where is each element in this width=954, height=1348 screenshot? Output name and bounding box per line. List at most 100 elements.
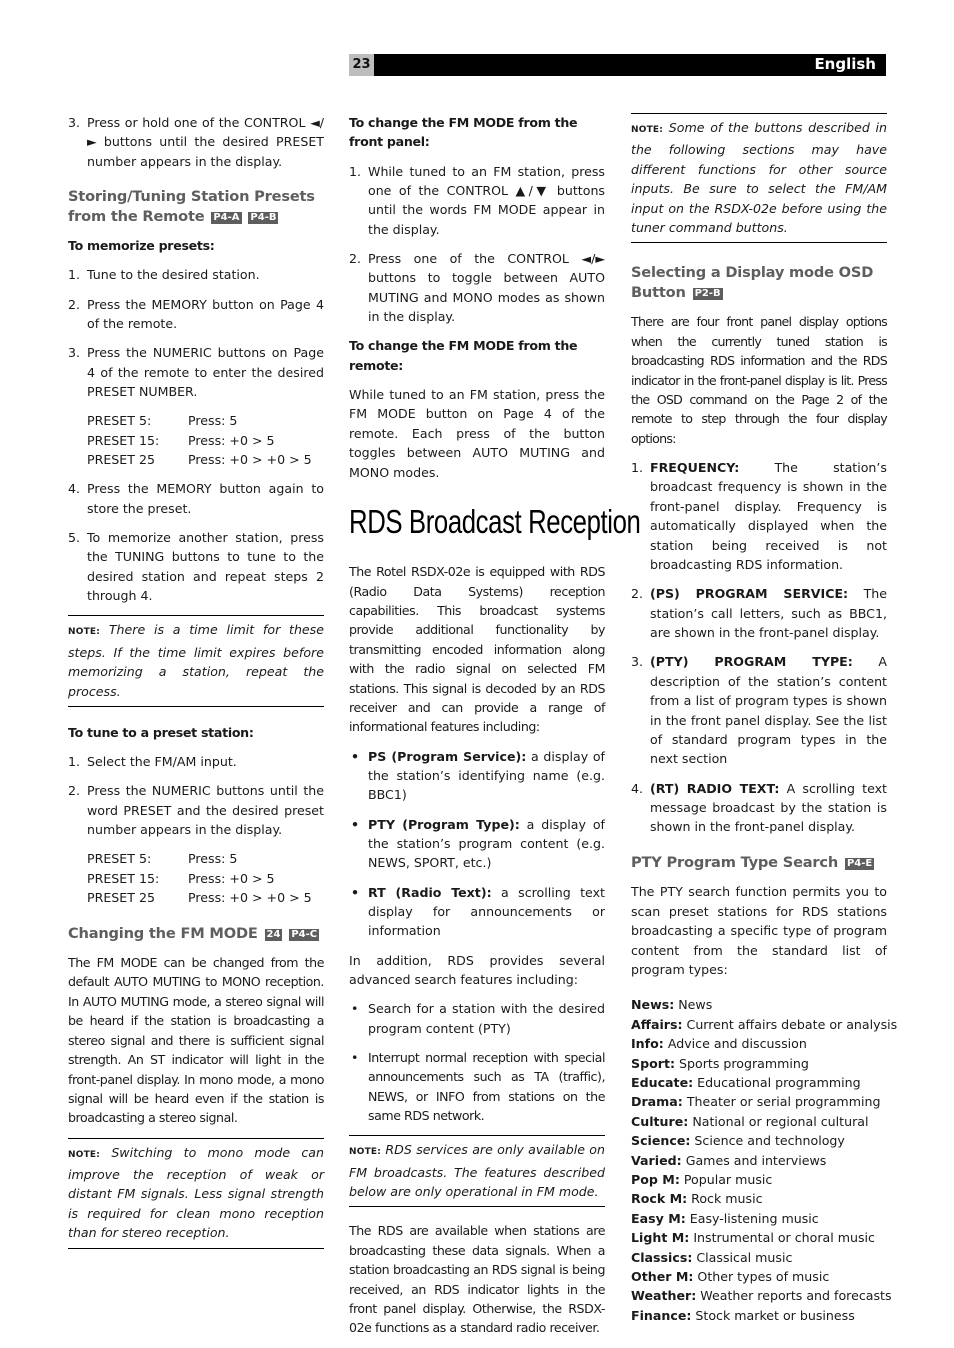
program-type-desc: Science and technology [694,1133,845,1149]
list-item: 1. Tune to the desired station. [68,265,324,284]
search-feature-item: • Search for a station with the desired … [349,999,605,1038]
remote-page-tag: P4-A [211,211,242,224]
program-type-item: Easy M: Easy-listening music [631,1209,887,1228]
note-box: NOTE: Switching to mono mode can improve… [68,1137,324,1249]
program-type-desc: Classical music [696,1249,793,1265]
program-type-item: Educate: Educational programming [631,1073,887,1092]
program-type-desc: Advice and discussion [667,1036,807,1052]
feature-text: RT (Radio Text): a scrolling text displa… [368,883,605,941]
program-type-name: Culture: [631,1113,689,1129]
rds-availability-paragraph: The RDS are available when stations are … [349,1223,605,1336]
language-label: English [814,55,876,73]
bullet: • [351,884,360,900]
feature-term: RT (Radio Text): [368,884,492,900]
program-type-name: Pop M: [631,1171,680,1187]
list-number: 3. [631,654,644,670]
list-text: While tuned to an FM station, press one … [368,163,605,237]
list-number: 2. [349,251,362,267]
program-type-name: Varied: [631,1152,682,1168]
section-heading-fm-mode: Changing the FM MODE 24 P4-C [68,924,324,944]
list-number: 4. [631,780,644,796]
section-heading-display-mode: Selecting a Display mode OSD Button P2-B [631,263,887,302]
list-term: (PS) PROGRAM SERVICE: [650,586,849,602]
subheading-front-panel: To change the FM MODE from the front pan… [349,115,578,150]
heading-text: Selecting a Display mode OSD Button [631,264,874,301]
note-label: NOTE: [631,125,664,135]
preset-row: PRESET 15: Press: +0 > 5 [87,869,324,888]
list-term: (RT) RADIO TEXT: [650,780,780,796]
preset-label: PRESET 25 [87,890,155,906]
program-type-desc: Current affairs debate or analysis [686,1016,898,1032]
program-type-name: Sport: [631,1055,676,1071]
program-type-desc: News [678,997,713,1013]
list-number: 1. [349,163,362,179]
list-number: 3. [68,345,81,361]
program-type-item: Varied: Games and interviews [631,1151,887,1170]
program-type-desc: Other types of music [697,1269,830,1284]
list-item: 3. Press or hold one of the CONTROL ◄/► … [68,113,324,171]
feature-item: • RT (Radio Text): a scrolling text disp… [349,883,605,941]
list-item: 4. Press the MEMORY button again to stor… [68,479,324,518]
remote-paragraph: While tuned to an FM station, press the … [349,387,605,480]
section-heading-storing-presets: Storing/Tuning Station Presets from the … [68,187,324,226]
bullet: • [351,1049,359,1065]
list-item: 1. While tuned to an FM station, press o… [349,162,605,240]
program-type-item: News: News [631,995,887,1014]
search-feature-text: Search for a station with the desired pr… [368,1001,605,1036]
feature-text: PTY (Program Type): a display of the sta… [368,815,605,873]
preset-keys: Press: +0 > +0 > 5 [188,890,312,906]
note-text: Some of the buttons described in the fol… [631,120,887,236]
list-number: 2. [631,586,644,602]
list-item: 3. Press the NUMERIC buttons on Page 4 o… [68,343,324,401]
note-label: NOTE: [349,1147,382,1158]
note-text: Switching to mono mode can improve the r… [68,1144,324,1241]
preset-row: PRESET 25 Press: +0 > +0 > 5 [87,888,324,907]
note-box: NOTE: There is a time limit for these st… [68,615,324,707]
feature-item: • PTY (Program Type): a display of the s… [349,815,605,873]
preset-keys: Press: +0 > 5 [188,432,275,448]
program-type-item: Culture: National or regional cultural [631,1112,887,1131]
list-number: 3. [68,115,81,130]
program-type-name: Drama: [631,1094,683,1110]
bullet: • [351,1001,359,1017]
preset-label: PRESET 5: [87,851,152,867]
list-desc: A description of the station’s content f… [650,654,887,767]
program-type-item: Affairs: Current affairs debate or analy… [631,1015,897,1034]
preset-label: PRESET 5: [87,413,152,429]
program-type-name: Educate: [631,1074,694,1090]
program-type-name: Finance: [631,1307,692,1323]
search-feature-item: • Interrupt normal reception with specia… [349,1048,605,1126]
program-type-name: Weather: [631,1288,697,1304]
program-type-name: Other M: [631,1269,694,1284]
rds-intro-paragraph: The Rotel RSDX-02e is equipped with RDS … [349,564,605,735]
program-type-desc: Sports programming [679,1055,809,1071]
feature-item: • PS (Program Service): a display of the… [349,747,605,805]
remote-page-tag: P4-B [248,211,279,224]
program-type-name: Easy M: [631,1210,686,1226]
preset-table: PRESET 5: Press: 5 PRESET 15: Press: +0 > … [68,849,324,907]
page-ref-tag: 24 [264,928,283,941]
list-number: 2. [68,783,81,799]
osd-paragraph: There are four front panel display optio… [631,314,888,446]
program-type-name: News: [631,997,675,1013]
column-left: 3. Press or hold one of the CONTROL ◄/► … [68,113,324,1261]
pty-paragraph: The PTY search function permits you to s… [631,884,887,977]
list-text: (PS) PROGRAM SERVICE: The station’s call… [650,584,887,642]
program-type-item: Light M: Instrumental or choral music [631,1228,887,1247]
page-number: 23 [349,54,374,76]
program-type-item: Rock M: Rock music [631,1189,887,1208]
program-type-item: Finance: Stock market or business [631,1306,887,1325]
list-number: 4. [68,481,81,497]
column-right: NOTE: Some of the buttons described in t… [631,113,897,1325]
list-term: (PTY) PROGRAM TYPE: [650,654,853,670]
list-text: FREQUENCY: The station’s broadcast frequ… [650,458,887,574]
note-text: There is a time limit for these steps. I… [68,622,324,699]
list-number: 1. [68,754,81,770]
preset-row: PRESET 15: Press: +0 > 5 [87,431,324,450]
column-middle: To change the FM MODE from the front pan… [349,113,641,1348]
list-text: To memorize another station, press the T… [87,529,324,604]
remote-page-tag: P2-B [692,287,723,300]
note-box: NOTE: RDS services are only available on… [349,1135,605,1208]
preset-keys: Press: +0 > +0 > 5 [188,452,312,468]
preset-keys: Press: 5 [188,851,238,867]
